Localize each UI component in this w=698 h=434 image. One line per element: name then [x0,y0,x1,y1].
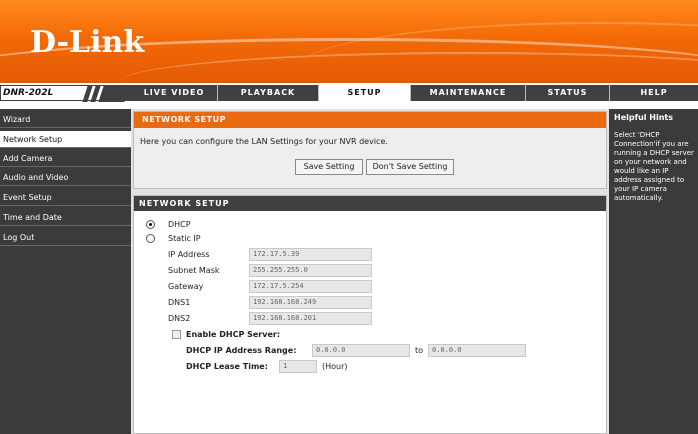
network-setup-panel: NETWORK SETUP DHCP Static IP IP Address … [133,195,607,434]
ip-address-label: IP Address [168,250,210,259]
tab-maintenance[interactable]: MAINTENANCE [411,85,525,101]
header-swoosh [300,22,698,83]
dhcp-radio[interactable] [146,220,155,229]
dhcp-range-label: DHCP IP Address Range: [186,346,297,355]
subnet-mask-field[interactable]: 255.255.255.0 [249,264,372,277]
hints-line: would like an IP [614,167,669,175]
network-setup-title: NETWORK SETUP [134,196,606,211]
hints-line: automatically. [614,194,663,202]
enable-dhcp-server-label: Enable DHCP Server: [186,330,281,339]
static-ip-radio[interactable] [146,234,155,243]
main-content: NETWORK SETUP Here you can configure the… [131,109,609,434]
tab-status[interactable]: STATUS [526,85,609,101]
intro-panel: NETWORK SETUP Here you can configure the… [133,111,607,189]
save-setting-button[interactable]: Save Setting [295,159,363,175]
sidebar-item-audio-and-video[interactable]: Audio and Video [0,169,131,186]
intro-description: Here you can configure the LAN Settings … [140,137,388,146]
hints-title: Helpful Hints [614,113,674,122]
tab-setup[interactable]: SETUP [319,85,410,101]
sidebar-item-wizard[interactable]: Wizard [0,111,131,128]
intro-title: NETWORK SETUP [134,112,606,128]
dns1-label: DNS1 [168,298,191,307]
dhcp-label: DHCP [168,220,191,229]
sidebar-item-log-out[interactable]: Log Out [0,229,131,246]
gateway-label: Gateway [168,282,204,291]
dhcp-range-to-label: to [415,346,424,355]
static-ip-label: Static IP [168,234,201,243]
dlink-logo: D-Link [30,25,145,60]
dhcp-lease-field[interactable]: 1 [279,360,317,373]
tab-playback[interactable]: PLAYBACK [218,85,318,101]
hints-line: running a DHCP server [614,149,694,157]
hints-line: address assigned to [614,176,685,184]
hints-text: Select 'DHCP Connection'if you are runni… [614,131,698,203]
hints-line: on your network and [614,158,687,166]
subnet-mask-label: Subnet Mask [168,266,220,275]
sidebar-item-add-camera[interactable]: Add Camera [0,150,131,167]
dhcp-lease-label: DHCP Lease Time: [186,362,268,371]
dns2-label: DNS2 [168,314,191,323]
tab-live-video[interactable]: LIVE VIDEO [131,85,217,101]
tab-help[interactable]: HELP [610,85,698,101]
top-nav: DNR-202L LIVE VIDEO PLAYBACK SETUP MAINT… [0,85,698,102]
hints-line: your IP camera [614,185,667,193]
hints-line: Select 'DHCP [614,131,660,139]
sidebar: Wizard Network Setup Add Camera Audio an… [0,109,131,434]
helpful-hints-panel: Helpful Hints Select 'DHCP Connection'if… [609,109,698,434]
model-label: DNR-202L [3,88,54,98]
gateway-field[interactable]: 172.17.5.254 [249,280,372,293]
sidebar-item-time-and-date[interactable]: Time and Date [0,209,131,226]
dns1-field[interactable]: 192.168.168.249 [249,296,372,309]
sidebar-item-network-setup[interactable]: Network Setup [0,131,131,148]
dhcp-range-from-field[interactable]: 0.0.0.0 [312,344,410,357]
enable-dhcp-server-checkbox[interactable] [172,330,181,339]
dns2-field[interactable]: 192.168.168.201 [249,312,372,325]
sidebar-item-event-setup[interactable]: Event Setup [0,189,131,206]
dhcp-range-to-field[interactable]: 0.0.0.0 [428,344,526,357]
dhcp-lease-unit: (Hour) [322,362,348,371]
dont-save-setting-button[interactable]: Don't Save Setting [366,159,454,175]
hints-line: Connection'if you are [614,140,689,148]
model-badge: DNR-202L [0,85,130,102]
ip-address-field[interactable]: 172.17.5.39 [249,248,372,261]
header-banner: D-Link [0,0,698,83]
